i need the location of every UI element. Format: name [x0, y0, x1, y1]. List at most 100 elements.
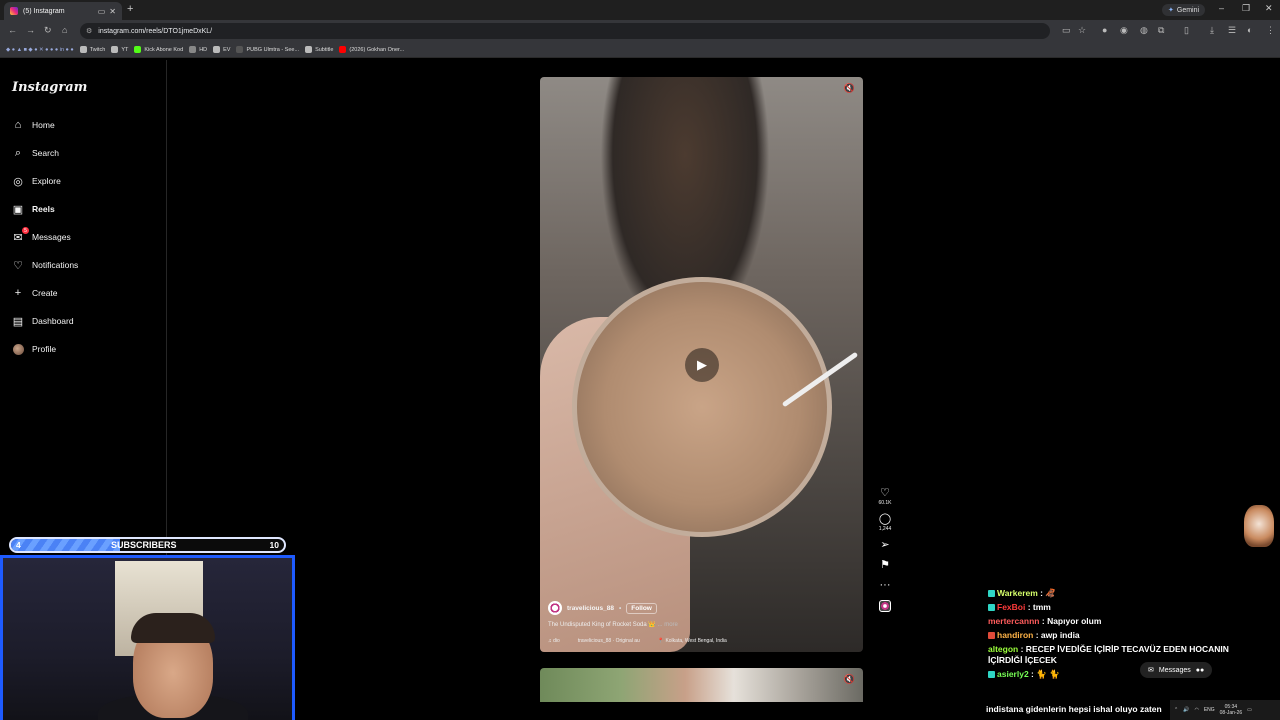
extensions-puzzle-icon[interactable]: ⧉ [1158, 25, 1164, 36]
clock[interactable]: 05:34 08-Jan-26 [1220, 704, 1243, 716]
audio-attribution[interactable]: ♫ dio [548, 638, 560, 644]
mute-icon[interactable]: 🔇 [844, 674, 855, 685]
notification-icon[interactable]: ▭ [1247, 707, 1252, 713]
forward-icon[interactable]: → [26, 25, 35, 35]
cast-icon[interactable]: ▭ [1062, 25, 1071, 36]
extension-icon[interactable]: ● [1102, 25, 1107, 35]
chat-username: mertercannn [988, 616, 1040, 626]
instagram-logo[interactable]: Instagram [12, 80, 87, 95]
reel-video[interactable]: ▶ 🔇 travelicious_88 • Follow The Undispu… [540, 77, 863, 652]
audio-track[interactable]: travelicious_88 · Original au [578, 638, 640, 644]
sidebar-item-messages[interactable]: ✉ 5 Messages [12, 227, 71, 247]
messenger-icon: ✉ 5 [12, 227, 29, 244]
site-info-icon[interactable]: ⚙ [86, 27, 92, 35]
gemini-icon: ✦ [1168, 7, 1174, 14]
bookmark-icon: ⚑ [880, 559, 890, 571]
subscriber-goal-label: SUBSCRIBERS [111, 540, 177, 550]
unread-badge: 5 [22, 227, 29, 234]
language-indicator[interactable]: ENG [1204, 707, 1215, 713]
sidebar-item-explore[interactable]: ◎ Explore [12, 171, 61, 191]
separator-dot: • [618, 604, 622, 612]
bookmark-shortcut-icons[interactable]: ◆ ● ▲ ■ ◆ ● ✕ ● ● ● in ● ● [6, 47, 74, 53]
next-reel-preview[interactable]: 🔇 [540, 668, 863, 702]
like-button[interactable]: ♡ 60.1K [878, 486, 891, 506]
sidebar-item-dashboard[interactable]: ▤ Dashboard [12, 311, 74, 331]
chevron-up-icon[interactable]: ⌃ [1174, 707, 1178, 713]
comment-icon: ◯ [878, 513, 892, 525]
close-tab-icon[interactable]: ✕ [109, 7, 116, 16]
sidebar-item-label: Reels [32, 204, 55, 214]
audio-button[interactable] [879, 600, 891, 612]
chat-text: : tmm [1027, 602, 1051, 612]
profile-avatar [12, 343, 24, 355]
bookmark-item[interactable]: HD [189, 46, 207, 53]
sidebar-item-search[interactable]: ⌕ Search [12, 143, 59, 163]
chat-text: : Napıyor olum [1041, 616, 1102, 626]
chat-message: altegon : RECEP İVEDİĞE İÇİRİP TECAVÜZ E… [988, 644, 1253, 666]
gemini-label: Gemini [1176, 6, 1200, 14]
share-button[interactable]: ➢ [880, 538, 889, 552]
sidebar-item-label: Notifications [32, 260, 79, 270]
subscriber-count: 4 [16, 540, 21, 550]
bookmark-item[interactable]: YT [111, 46, 128, 53]
restore-icon[interactable]: ❐ [1242, 3, 1250, 14]
side-panel-icon[interactable]: ▯ [1184, 25, 1189, 36]
bookmark-item[interactable]: EV [213, 46, 230, 53]
home-icon[interactable]: ⌂ [62, 25, 67, 35]
follow-button[interactable]: Follow [626, 602, 657, 614]
address-bar[interactable]: ⚙ instagram.com/reels/DTO1jmeDxKL/ [80, 23, 1050, 39]
back-icon[interactable]: ← [8, 25, 17, 35]
bookmark-item[interactable]: (2026) Gokhan Oner... [339, 46, 404, 53]
reel-username[interactable]: travelicious_88 [567, 605, 614, 612]
extension-icon[interactable]: ◉ [1120, 25, 1128, 36]
messages-pill[interactable]: ✉ Messages ●● [1140, 662, 1213, 678]
bookmark-folder-icon [236, 46, 244, 53]
comment-button[interactable]: ◯ 1,244 [879, 512, 892, 532]
browser-tab[interactable]: (5) Instagram ▭ ✕ [4, 2, 122, 20]
reel-author-avatar[interactable] [548, 601, 562, 615]
downloads-icon[interactable]: ⤓ [1210, 25, 1214, 36]
profile-icon[interactable]: ◐ [1247, 25, 1252, 35]
save-button[interactable]: ⚑ [880, 558, 890, 572]
caption-more-link[interactable]: ... more [658, 622, 678, 628]
minimize-icon[interactable]: – [1219, 3, 1224, 13]
wifi-icon[interactable]: ◠ [1194, 707, 1198, 713]
like-count: 60.1K [878, 500, 892, 506]
volume-icon[interactable]: 🔊 [1183, 707, 1189, 713]
sidebar-item-home[interactable]: ⌂ Home [12, 115, 55, 135]
bookmark-star-icon[interactable]: ☆ [1078, 25, 1086, 36]
sidebar-item-create[interactable]: + Create [12, 283, 58, 303]
chat-message: Warkerem : 🦧 [988, 588, 1253, 599]
chat-username: handiron [997, 630, 1034, 640]
tab-media-icon[interactable]: ▭ [98, 7, 106, 16]
bookmark-label: YT [121, 46, 129, 53]
bookmark-item[interactable]: Kick Abone Kod [134, 46, 183, 53]
reels-icon: ▣ [12, 203, 24, 216]
more-options-button[interactable]: ··· [880, 578, 891, 592]
bookmark-item[interactable]: Twitch [79, 46, 105, 53]
plus-icon: + [14, 287, 22, 299]
sidebar-item-reels[interactable]: ▣ Reels [12, 199, 55, 219]
close-window-icon[interactable]: ✕ [1265, 3, 1273, 14]
gemini-button[interactable]: ✦ Gemini [1162, 4, 1206, 16]
sidebar-item-label: Messages [32, 232, 71, 242]
tab-search-icon[interactable]: ☰ [1228, 25, 1236, 36]
bookmark-item[interactable]: PUBG Ulmtra - See... [236, 46, 299, 53]
search-icon: ⌕ [14, 146, 22, 159]
extension-icon[interactable]: ◍ [1140, 25, 1148, 36]
location-tag[interactable]: 📍 Kolkata, West Bengal, India [658, 638, 727, 644]
bookmark-item[interactable]: Subtitle [305, 46, 333, 53]
menu-icon[interactable]: ⋮ [1266, 25, 1275, 36]
play-button[interactable]: ▶ [685, 348, 719, 382]
sidebar-item-notifications[interactable]: ♡ Notifications [12, 255, 78, 275]
bookmark-label: PUBG Ulmtra - See... [246, 46, 300, 53]
bookmark-folder-icon [79, 46, 87, 53]
reload-icon[interactable]: ↻ [44, 25, 52, 36]
bookmark-label: Kick Abone Kod [144, 46, 184, 53]
home-icon: ⌂ [14, 119, 22, 131]
mute-icon[interactable]: 🔇 [844, 83, 855, 94]
reel-caption-row: The Undisputed King of Rocket Soda 👑 ...… [548, 621, 848, 628]
new-tab-button[interactable]: + [127, 3, 133, 15]
system-tray: ⌃ 🔊 ◠ ENG 05:34 08-Jan-26 ▭ [1170, 700, 1280, 720]
sidebar-item-profile[interactable]: Profile [12, 339, 56, 359]
